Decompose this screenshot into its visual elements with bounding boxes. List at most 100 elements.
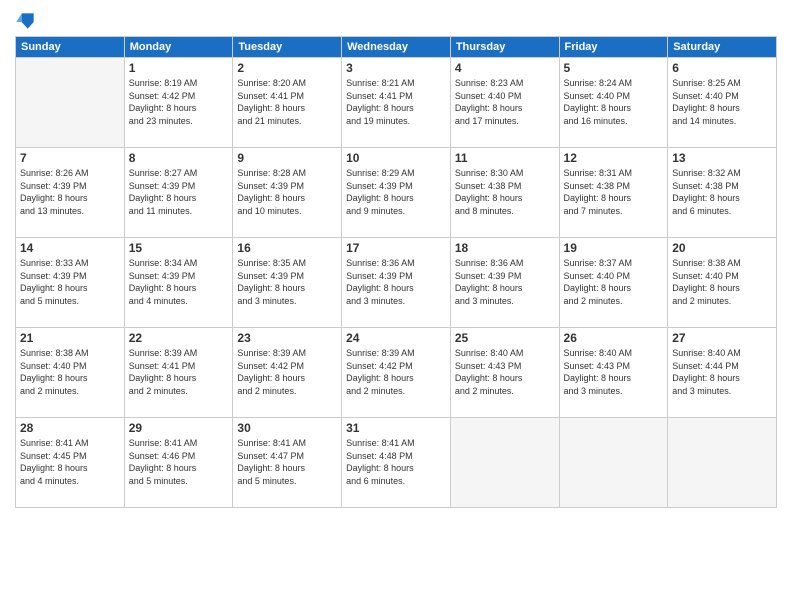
calendar-cell: 23 Sunrise: 8:39 AM Sunset: 4:42 PM Dayli… xyxy=(233,328,342,418)
day-info: Sunrise: 8:37 AM Sunset: 4:40 PM Dayligh… xyxy=(564,257,664,307)
day-info: Sunrise: 8:25 AM Sunset: 4:40 PM Dayligh… xyxy=(672,77,772,127)
day-info: Sunrise: 8:40 AM Sunset: 4:43 PM Dayligh… xyxy=(455,347,555,397)
calendar-cell xyxy=(668,418,777,508)
calendar-cell: 15 Sunrise: 8:34 AM Sunset: 4:39 PM Dayli… xyxy=(124,238,233,328)
calendar-cell: 21 Sunrise: 8:38 AM Sunset: 4:40 PM Dayli… xyxy=(16,328,125,418)
day-number: 10 xyxy=(346,151,446,165)
day-info: Sunrise: 8:32 AM Sunset: 4:38 PM Dayligh… xyxy=(672,167,772,217)
calendar-cell: 7Sunrise: 8:26 AM Sunset: 4:39 PM Daylig… xyxy=(16,148,125,238)
day-info: Sunrise: 8:41 AM Sunset: 4:45 PM Dayligh… xyxy=(20,437,120,487)
calendar-cell: 28Sunrise: 8:41 AM Sunset: 4:45 PM Dayli… xyxy=(16,418,125,508)
day-number: 15 xyxy=(129,241,229,255)
day-number: 2 xyxy=(237,61,337,75)
calendar-cell xyxy=(16,58,125,148)
weekday-header-saturday: Saturday xyxy=(668,37,777,58)
day-info: Sunrise: 8:40 AM Sunset: 4:43 PM Dayligh… xyxy=(564,347,664,397)
calendar-week-4: 21 Sunrise: 8:38 AM Sunset: 4:40 PM Dayli… xyxy=(16,328,777,418)
calendar-cell: 3 Sunrise: 8:21 AM Sunset: 4:41 PM Daylig… xyxy=(342,58,451,148)
calendar-cell: 14Sunrise: 8:33 AM Sunset: 4:39 PM Dayli… xyxy=(16,238,125,328)
day-info: Sunrise: 8:39 AM Sunset: 4:41 PM Dayligh… xyxy=(129,347,229,397)
calendar-cell: 6 Sunrise: 8:25 AM Sunset: 4:40 PM Daylig… xyxy=(668,58,777,148)
day-number: 12 xyxy=(564,151,664,165)
calendar-cell: 20Sunrise: 8:38 AM Sunset: 4:40 PM Dayli… xyxy=(668,238,777,328)
calendar-cell: 2 Sunrise: 8:20 AM Sunset: 4:41 PM Daylig… xyxy=(233,58,342,148)
calendar-cell: 11 Sunrise: 8:30 AM Sunset: 4:38 PM Dayli… xyxy=(450,148,559,238)
day-number: 25 xyxy=(455,331,555,345)
day-number: 8 xyxy=(129,151,229,165)
day-info: Sunrise: 8:29 AM Sunset: 4:39 PM Dayligh… xyxy=(346,167,446,217)
day-number: 27 xyxy=(672,331,772,345)
day-number: 17 xyxy=(346,241,446,255)
day-number: 3 xyxy=(346,61,446,75)
day-number: 30 xyxy=(237,421,337,435)
day-number: 11 xyxy=(455,151,555,165)
day-info: Sunrise: 8:31 AM Sunset: 4:38 PM Dayligh… xyxy=(564,167,664,217)
day-info: Sunrise: 8:36 AM Sunset: 4:39 PM Dayligh… xyxy=(455,257,555,307)
calendar-cell: 25 Sunrise: 8:40 AM Sunset: 4:43 PM Dayli… xyxy=(450,328,559,418)
weekday-header-row: SundayMondayTuesdayWednesdayThursdayFrid… xyxy=(16,37,777,58)
day-info: Sunrise: 8:34 AM Sunset: 4:39 PM Dayligh… xyxy=(129,257,229,307)
logo-icon xyxy=(15,10,35,30)
weekday-header-friday: Friday xyxy=(559,37,668,58)
calendar-cell: 22 Sunrise: 8:39 AM Sunset: 4:41 PM Dayli… xyxy=(124,328,233,418)
day-number: 1 xyxy=(129,61,229,75)
day-number: 21 xyxy=(20,331,120,345)
day-info: Sunrise: 8:27 AM Sunset: 4:39 PM Dayligh… xyxy=(129,167,229,217)
page: SundayMondayTuesdayWednesdayThursdayFrid… xyxy=(0,0,792,612)
day-info: Sunrise: 8:20 AM Sunset: 4:41 PM Dayligh… xyxy=(237,77,337,127)
calendar-cell xyxy=(559,418,668,508)
weekday-header-wednesday: Wednesday xyxy=(342,37,451,58)
day-info: Sunrise: 8:36 AM Sunset: 4:39 PM Dayligh… xyxy=(346,257,446,307)
day-number: 16 xyxy=(237,241,337,255)
day-info: Sunrise: 8:39 AM Sunset: 4:42 PM Dayligh… xyxy=(237,347,337,397)
day-number: 9 xyxy=(237,151,337,165)
day-info: Sunrise: 8:38 AM Sunset: 4:40 PM Dayligh… xyxy=(20,347,120,397)
calendar-week-2: 7Sunrise: 8:26 AM Sunset: 4:39 PM Daylig… xyxy=(16,148,777,238)
calendar-cell: 17 Sunrise: 8:36 AM Sunset: 4:39 PM Dayli… xyxy=(342,238,451,328)
day-info: Sunrise: 8:38 AM Sunset: 4:40 PM Dayligh… xyxy=(672,257,772,307)
calendar-cell: 10 Sunrise: 8:29 AM Sunset: 4:39 PM Dayli… xyxy=(342,148,451,238)
header xyxy=(15,10,777,30)
calendar-cell: 24 Sunrise: 8:39 AM Sunset: 4:42 PM Dayli… xyxy=(342,328,451,418)
calendar-cell: 19 Sunrise: 8:37 AM Sunset: 4:40 PM Dayli… xyxy=(559,238,668,328)
day-info: Sunrise: 8:28 AM Sunset: 4:39 PM Dayligh… xyxy=(237,167,337,217)
day-number: 18 xyxy=(455,241,555,255)
calendar-cell: 31 Sunrise: 8:41 AM Sunset: 4:48 PM Dayli… xyxy=(342,418,451,508)
day-info: Sunrise: 8:35 AM Sunset: 4:39 PM Dayligh… xyxy=(237,257,337,307)
day-info: Sunrise: 8:41 AM Sunset: 4:46 PM Dayligh… xyxy=(129,437,229,487)
day-number: 29 xyxy=(129,421,229,435)
calendar-cell: 27 Sunrise: 8:40 AM Sunset: 4:44 PM Dayli… xyxy=(668,328,777,418)
day-number: 14 xyxy=(20,241,120,255)
calendar-cell xyxy=(450,418,559,508)
day-info: Sunrise: 8:23 AM Sunset: 4:40 PM Dayligh… xyxy=(455,77,555,127)
calendar-cell: 9 Sunrise: 8:28 AM Sunset: 4:39 PM Daylig… xyxy=(233,148,342,238)
weekday-header-sunday: Sunday xyxy=(16,37,125,58)
calendar-cell: 18 Sunrise: 8:36 AM Sunset: 4:39 PM Dayli… xyxy=(450,238,559,328)
day-number: 5 xyxy=(564,61,664,75)
calendar-cell: 12 Sunrise: 8:31 AM Sunset: 4:38 PM Dayli… xyxy=(559,148,668,238)
logo xyxy=(15,10,37,30)
calendar-cell: 1 Sunrise: 8:19 AM Sunset: 4:42 PM Daylig… xyxy=(124,58,233,148)
weekday-header-monday: Monday xyxy=(124,37,233,58)
day-info: Sunrise: 8:30 AM Sunset: 4:38 PM Dayligh… xyxy=(455,167,555,217)
calendar-cell: 4 Sunrise: 8:23 AM Sunset: 4:40 PM Daylig… xyxy=(450,58,559,148)
day-info: Sunrise: 8:39 AM Sunset: 4:42 PM Dayligh… xyxy=(346,347,446,397)
calendar-cell: 29 Sunrise: 8:41 AM Sunset: 4:46 PM Dayli… xyxy=(124,418,233,508)
day-number: 24 xyxy=(346,331,446,345)
weekday-header-tuesday: Tuesday xyxy=(233,37,342,58)
day-info: Sunrise: 8:19 AM Sunset: 4:42 PM Dayligh… xyxy=(129,77,229,127)
calendar-week-3: 14Sunrise: 8:33 AM Sunset: 4:39 PM Dayli… xyxy=(16,238,777,328)
calendar-cell: 8 Sunrise: 8:27 AM Sunset: 4:39 PM Daylig… xyxy=(124,148,233,238)
day-number: 13 xyxy=(672,151,772,165)
day-number: 31 xyxy=(346,421,446,435)
day-number: 6 xyxy=(672,61,772,75)
day-number: 23 xyxy=(237,331,337,345)
day-number: 4 xyxy=(455,61,555,75)
day-number: 19 xyxy=(564,241,664,255)
calendar-cell: 5Sunrise: 8:24 AM Sunset: 4:40 PM Daylig… xyxy=(559,58,668,148)
day-info: Sunrise: 8:21 AM Sunset: 4:41 PM Dayligh… xyxy=(346,77,446,127)
day-info: Sunrise: 8:41 AM Sunset: 4:48 PM Dayligh… xyxy=(346,437,446,487)
day-number: 22 xyxy=(129,331,229,345)
calendar-week-5: 28Sunrise: 8:41 AM Sunset: 4:45 PM Dayli… xyxy=(16,418,777,508)
day-info: Sunrise: 8:40 AM Sunset: 4:44 PM Dayligh… xyxy=(672,347,772,397)
